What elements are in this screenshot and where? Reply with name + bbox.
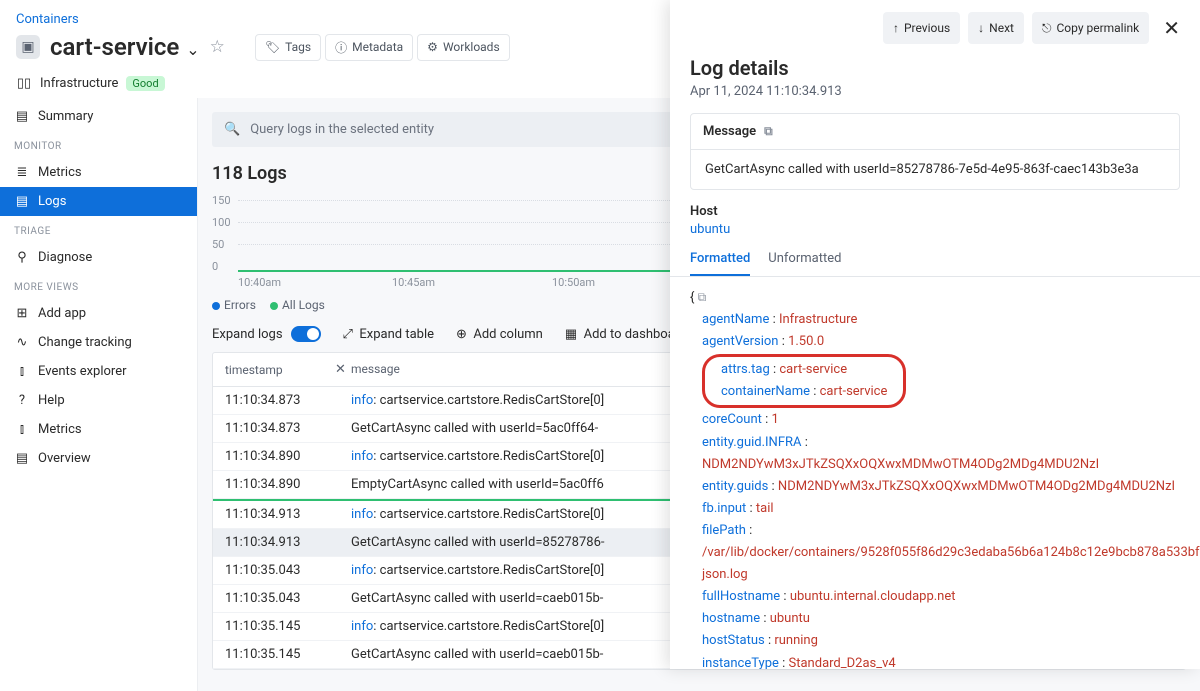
sidebar-heading: MORE VIEWS (0, 272, 197, 299)
add-dashboard-button[interactable]: ▦ Add to dashboard (565, 327, 687, 342)
sidebar-item-help[interactable]: ?Help (0, 386, 197, 415)
next-button[interactable]: ↓ Next (968, 12, 1024, 44)
json-field[interactable]: agentName : Infrastructure (702, 309, 1180, 331)
json-field[interactable]: attrs.tag : cart-service (721, 359, 887, 381)
infra-icon: ▯▯ (16, 76, 32, 91)
col-message[interactable]: message (351, 362, 400, 377)
expand-table-button[interactable]: ⤢ Expand table (343, 327, 434, 342)
expand-logs-label: Expand logs (212, 327, 283, 342)
host-link[interactable]: ubuntu (690, 222, 730, 237)
sidebar-item-metrics[interactable]: ⫾Metrics (0, 415, 197, 444)
previous-button[interactable]: ↑ Previous (883, 12, 960, 44)
panel-timestamp: Apr 11, 2024 11:10:34.913 (670, 80, 1200, 113)
json-viewer[interactable]: { ⧉ agentName : InfrastructureagentVersi… (670, 277, 1200, 669)
json-field[interactable]: fullHostname : ubuntu.internal.cloudapp.… (702, 586, 1180, 608)
sidebar-item-metrics[interactable]: ≣Metrics (0, 158, 197, 187)
copy-json-icon[interactable]: ⧉ (698, 290, 707, 304)
json-field[interactable]: filePath : /var/lib/docker/containers/95… (702, 520, 1180, 586)
log-detail-panel: ↑ Previous ↓ Next ⎋ Copy permalink ✕ Log… (670, 0, 1200, 669)
header-pill[interactable]: ⚙Workloads (417, 34, 509, 61)
sidebar-item-events-explorer[interactable]: ⫾Events explorer (0, 357, 197, 386)
message-body: GetCartAsync called with userId=85278786… (691, 150, 1179, 189)
status-badge: Good (126, 76, 164, 91)
json-field[interactable]: entity.guid.INFRA : NDM2NDYwM3xJTkZSQXxO… (702, 432, 1180, 476)
col-timestamp[interactable]: timestamp (225, 362, 335, 377)
header-pill[interactable]: 🏷Tags (255, 34, 321, 61)
tab-unformatted[interactable]: Unformatted (768, 251, 841, 276)
json-field[interactable]: fb.input : tail (702, 498, 1180, 520)
sidebar-item-diagnose[interactable]: ⚲Diagnose (0, 243, 197, 272)
sidebar-item-change-tracking[interactable]: ∿Change tracking (0, 328, 197, 357)
host-label: Host (690, 204, 1180, 219)
json-field[interactable]: entity.guids : NDM2NDYwM3xJTkZSQXxOQXwxM… (702, 476, 1180, 498)
header-pills: 🏷TagsⓘMetadata⚙Workloads (255, 34, 510, 61)
close-icon[interactable]: ✕ (1157, 12, 1186, 44)
sidebar: ▤SummaryMONITOR≣Metrics▤LogsTRIAGE⚲Diagn… (0, 98, 198, 691)
entity-title[interactable]: cart-service ⌄ (50, 33, 200, 61)
json-field[interactable]: hostStatus : running (702, 630, 1180, 652)
message-label: Message (703, 124, 756, 139)
search-icon: 🔍 (224, 122, 240, 137)
add-column-button[interactable]: ⊕ Add column (456, 327, 543, 342)
copy-icon[interactable]: ⧉ (764, 124, 773, 139)
json-field[interactable]: agentVersion : 1.50.0 (702, 331, 1180, 353)
breadcrumb[interactable]: Containers (16, 12, 79, 27)
tab-formatted[interactable]: Formatted (690, 251, 750, 276)
expand-logs-toggle[interactable] (291, 326, 321, 342)
header-pill[interactable]: ⓘMetadata (325, 34, 413, 61)
star-icon[interactable]: ☆ (210, 37, 225, 57)
json-field[interactable]: coreCount : 1 (702, 409, 1180, 431)
copy-permalink-button[interactable]: ⎋ Copy permalink (1032, 12, 1149, 44)
panel-title: Log details (670, 56, 1200, 80)
json-field[interactable]: containerName : cart-service (721, 381, 887, 403)
sidebar-heading: TRIAGE (0, 216, 197, 243)
json-field[interactable]: instanceType : Standard_D2as_v4 (702, 653, 1180, 670)
remove-col-icon[interactable]: ✕ (335, 362, 341, 377)
sidebar-item-overview[interactable]: ▤Overview (0, 444, 197, 473)
sidebar-item-summary[interactable]: ▤Summary (0, 102, 197, 131)
sidebar-item-logs[interactable]: ▤Logs (0, 187, 197, 216)
sidebar-heading: MONITOR (0, 131, 197, 158)
json-field[interactable]: hostname : ubuntu (702, 608, 1180, 630)
infra-label: Infrastructure (40, 76, 118, 91)
entity-icon: ▣ (16, 35, 40, 59)
sidebar-item-add-app[interactable]: ⊞Add app (0, 299, 197, 328)
